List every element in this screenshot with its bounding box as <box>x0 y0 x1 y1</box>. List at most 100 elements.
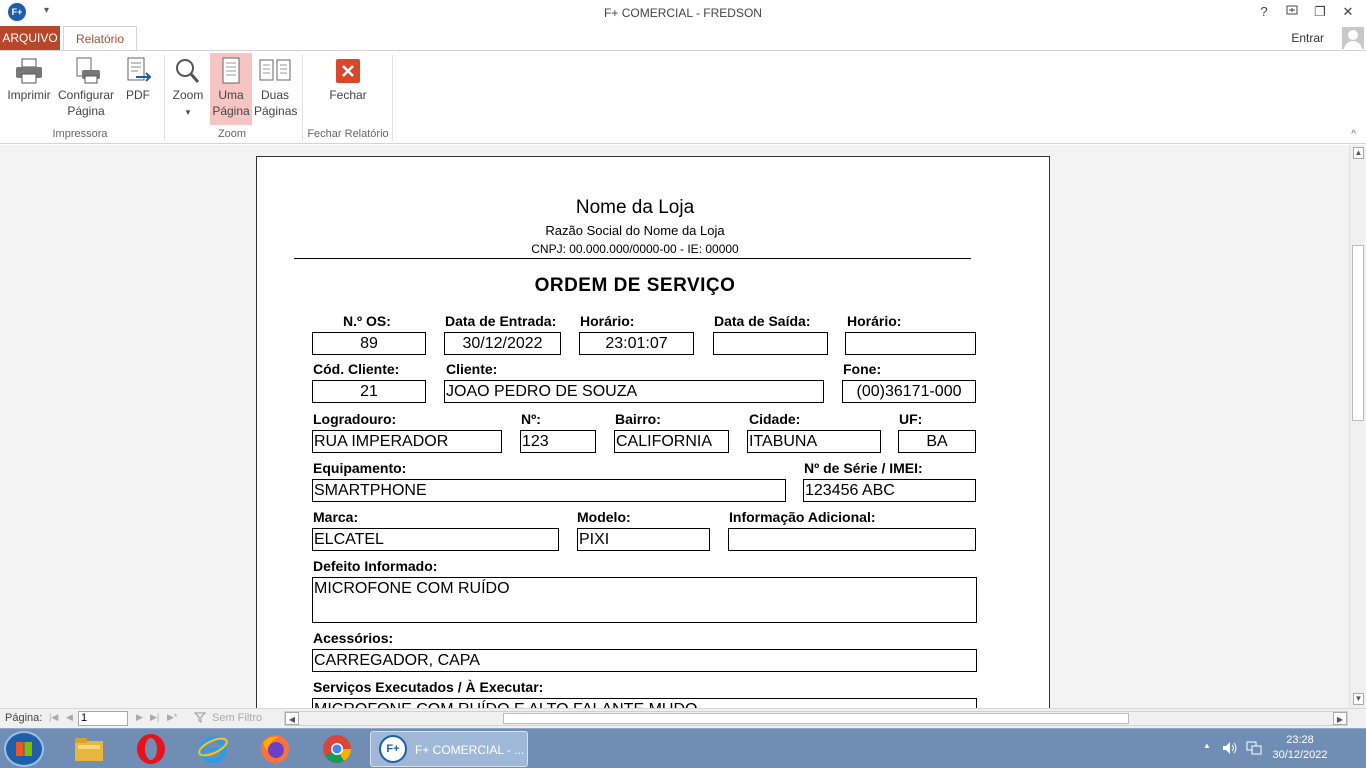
label-logradouro: Logradouro: <box>313 411 397 427</box>
network-icon[interactable] <box>1246 741 1262 755</box>
tab-relatorio[interactable]: Relatório <box>63 26 137 51</box>
scroll-up-icon[interactable]: ▲ <box>1353 147 1364 159</box>
single-page-icon <box>222 57 240 84</box>
label-serie: Nº de Série / IMEI: <box>804 460 923 476</box>
page-number-input[interactable]: 1 <box>78 711 128 726</box>
field-logradouro: RUA IMPERADOR <box>312 430 502 453</box>
zoom-label: Zoom <box>172 88 204 102</box>
taskbar-app-fcomercial[interactable]: F+ F+ COMERCIAL - ... <box>370 731 528 767</box>
razao-social: Razão Social do Nome da Loja <box>545 223 725 238</box>
new-record-icon[interactable]: ▶* <box>167 712 177 723</box>
clock-date: 30/12/2022 <box>1272 749 1328 761</box>
ribbon-separator <box>302 55 303 141</box>
group-impressora-label: Impressora <box>52 128 108 140</box>
pdf-icon <box>127 57 152 82</box>
configurar-label-2: Página <box>67 104 105 118</box>
field-n-os: 89 <box>312 332 426 355</box>
chrome-icon[interactable] <box>321 733 353 765</box>
field-fone: (00)36171-000 <box>842 380 976 403</box>
first-page-icon[interactable]: |◀ <box>49 712 58 723</box>
label-numero: Nº: <box>521 411 541 427</box>
fechar-button[interactable]: Fechar <box>320 53 376 125</box>
field-numero: 123 <box>520 430 596 453</box>
horizontal-scroll-thumb[interactable] <box>503 713 1129 724</box>
help-button[interactable]: ? <box>1250 3 1278 23</box>
label-n-os: N.º OS: <box>343 313 391 329</box>
horizontal-scrollbar[interactable]: ◀ ▶ <box>284 711 1348 726</box>
imprimir-label: Imprimir <box>7 88 51 102</box>
field-horario: 23:01:07 <box>579 332 694 355</box>
ribbon-display-options-button[interactable] <box>1278 3 1306 23</box>
label-horario-saida: Horário: <box>847 313 902 329</box>
close-button[interactable]: ✕ <box>1334 3 1362 23</box>
two-pages-icon <box>259 59 291 81</box>
scroll-down-icon[interactable]: ▼ <box>1353 693 1364 705</box>
uma-label-1: Uma <box>218 88 244 102</box>
title-bar: F+ ▾ F+ COMERCIAL - FREDSON ? ❐ ✕ <box>0 0 1366 26</box>
label-data-entrada: Data de Entrada: <box>445 313 557 329</box>
label-cod-cliente: Cód. Cliente: <box>313 361 400 377</box>
ribbon-tabs: ARQUIVO Relatório Entrar <box>0 26 1366 51</box>
taskbar-app-label: F+ COMERCIAL - ... <box>415 743 525 757</box>
filter-status[interactable]: Sem Filtro <box>212 712 262 724</box>
field-equipamento: SMARTPHONE <box>312 479 786 502</box>
configurar-pagina-button[interactable]: Configurar Página <box>56 53 116 125</box>
page-setup-icon <box>76 57 100 84</box>
label-modelo: Modelo: <box>577 509 631 525</box>
zoom-button[interactable]: Zoom ▾ <box>168 53 208 125</box>
opera-icon[interactable] <box>135 733 167 765</box>
report-page: Nome da Loja Razão Social do Nome da Loj… <box>256 156 1050 708</box>
label-acessorios: Acessórios: <box>313 630 394 646</box>
windows-taskbar: F+ F+ COMERCIAL - ... ▲ 23:28 30/12/2022 <box>0 728 1366 768</box>
pdf-button[interactable]: PDF <box>118 53 158 125</box>
clock-time: 23:28 <box>1286 734 1314 746</box>
duas-label-1: Duas <box>260 88 289 102</box>
field-defeito: MICROFONE COM RUÍDO <box>312 577 977 623</box>
ribbon-display-icon <box>1286 5 1298 15</box>
scroll-left-icon[interactable]: ◀ <box>285 712 299 725</box>
field-servicos: MICROFONE COM RUÍDO E ALTO FALANTE MUDO <box>312 698 977 708</box>
firefox-icon[interactable] <box>259 733 291 765</box>
tray-expand-icon[interactable]: ▲ <box>1203 741 1211 750</box>
duas-paginas-button[interactable]: Duas Páginas <box>254 53 298 125</box>
volume-icon[interactable] <box>1222 741 1238 755</box>
field-modelo: PIXI <box>577 528 710 551</box>
next-page-icon[interactable]: ▶ <box>136 712 143 723</box>
ribbon-separator <box>392 55 393 141</box>
imprimir-button[interactable]: Imprimir <box>4 53 54 125</box>
field-cod-cliente: 21 <box>312 380 426 403</box>
file-explorer-icon[interactable] <box>73 733 105 765</box>
label-cidade: Cidade: <box>749 411 801 427</box>
vertical-scrollbar[interactable]: ▲ ▼ <box>1349 145 1366 708</box>
zoom-dropdown-icon: ▾ <box>185 107 191 117</box>
tab-arquivo[interactable]: ARQUIVO <box>0 26 60 50</box>
fcomercial-logo-icon: F+ <box>379 735 407 763</box>
group-zoom-label: Zoom <box>217 128 247 140</box>
label-uf: UF: <box>899 411 923 427</box>
report-preview-area[interactable]: Nome da Loja Razão Social do Nome da Loj… <box>0 145 1349 708</box>
start-button[interactable] <box>4 731 44 767</box>
ribbon: Imprimir Configurar Página PDF Zoom ▾ Um… <box>0 50 1366 144</box>
vertical-scroll-thumb[interactable] <box>1352 245 1364 421</box>
system-clock[interactable]: 23:28 30/12/2022 <box>1270 733 1330 763</box>
collapse-ribbon-icon[interactable]: ^ <box>1351 129 1356 140</box>
restore-button[interactable]: ❐ <box>1306 3 1334 23</box>
field-cliente: JOAO PEDRO DE SOUZA <box>444 380 824 403</box>
pdf-label: PDF <box>126 88 150 102</box>
scroll-right-icon[interactable]: ▶ <box>1333 712 1347 725</box>
user-avatar-icon[interactable] <box>1342 27 1364 49</box>
duas-label-2: Páginas <box>254 104 298 118</box>
sign-in-link[interactable]: Entrar <box>1291 31 1324 45</box>
field-marca: ELCATEL <box>312 528 559 551</box>
internet-explorer-icon[interactable] <box>197 733 229 765</box>
ribbon-separator <box>164 55 165 141</box>
header-divider <box>294 258 971 259</box>
close-report-icon <box>336 59 360 83</box>
field-uf: BA <box>898 430 976 453</box>
label-defeito: Defeito Informado: <box>313 558 438 574</box>
uma-pagina-button[interactable]: Uma Página <box>210 53 252 125</box>
prev-page-icon[interactable]: ◀ <box>66 712 73 723</box>
last-page-icon[interactable]: ▶| <box>150 712 159 723</box>
filter-icon[interactable] <box>193 712 207 726</box>
field-info-adicional <box>728 528 976 551</box>
